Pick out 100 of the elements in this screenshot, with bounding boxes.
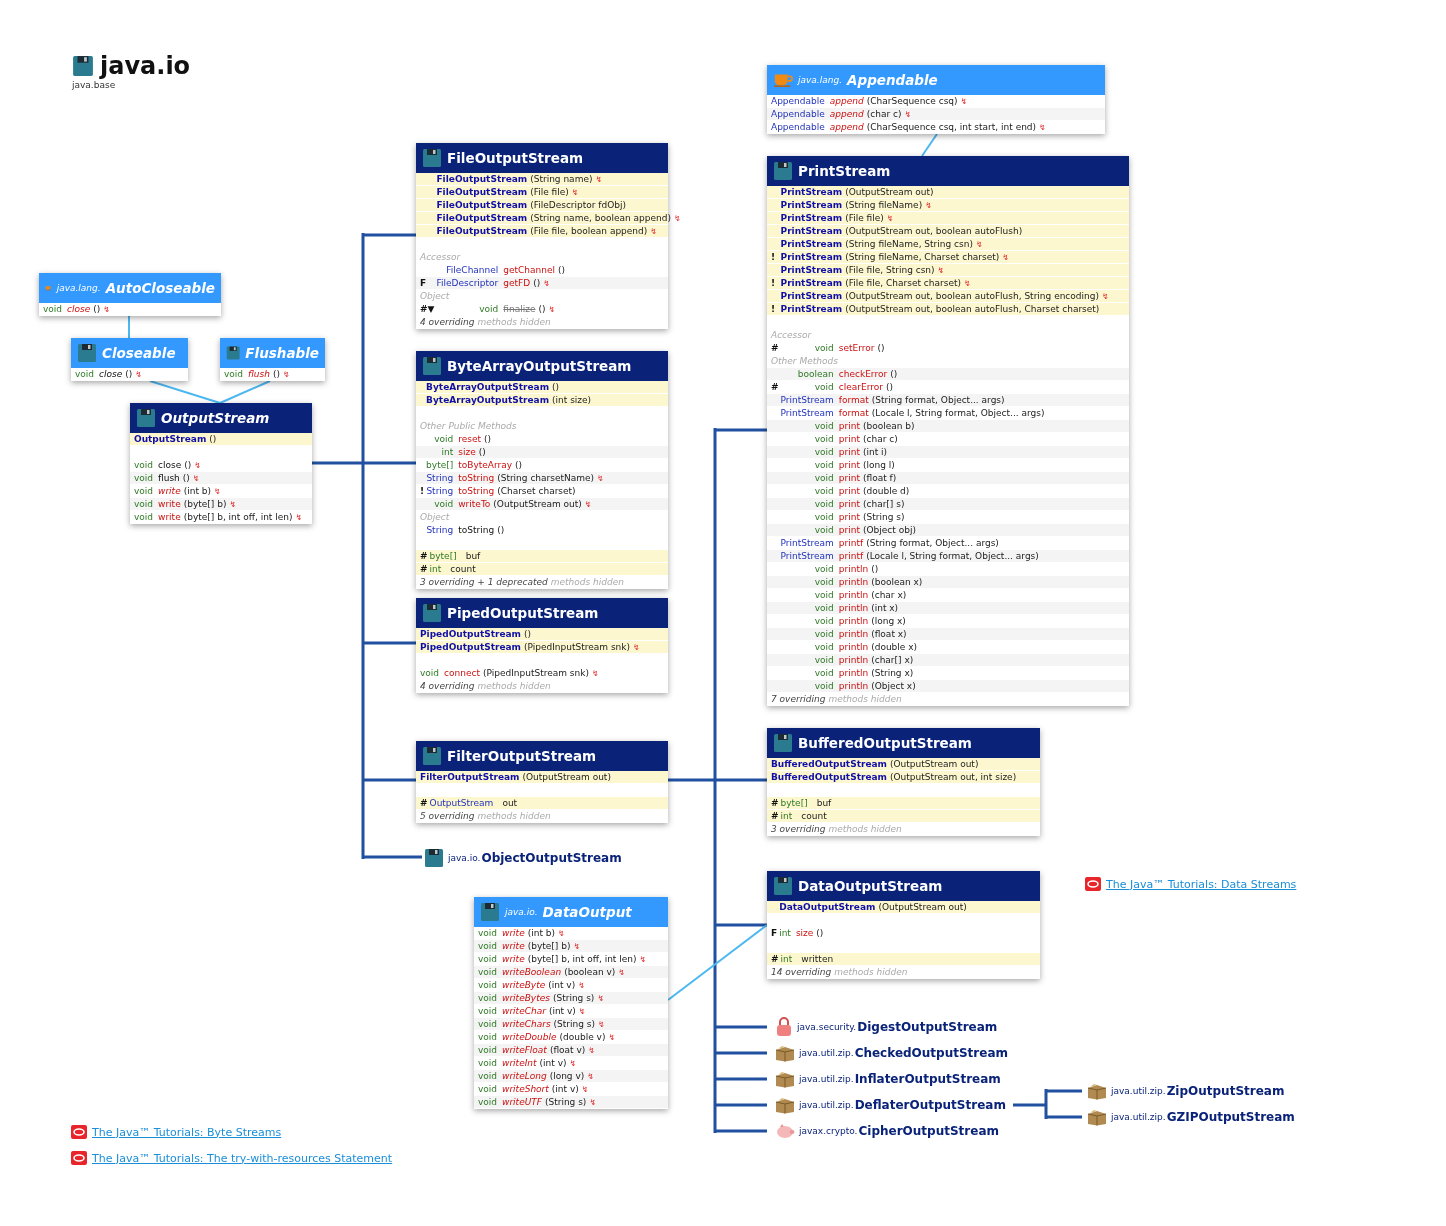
- field-name: count: [450, 564, 476, 574]
- parameter-list: (int v): [551, 1084, 579, 1094]
- throws-mark: ↯: [925, 201, 932, 210]
- class-name[interactable]: DigestOutputStream: [857, 1020, 998, 1034]
- class-name[interactable]: OutputStream: [161, 411, 270, 425]
- return-type: void: [813, 563, 835, 576]
- class-name[interactable]: PrintStream: [798, 164, 891, 178]
- method-name: printf: [838, 551, 864, 561]
- interface-line: [921, 133, 938, 157]
- modifier: #: [771, 954, 780, 964]
- hidden-count: 5 overriding: [420, 811, 475, 821]
- oval-logo-icon: [71, 1151, 87, 1165]
- parameter-list: (CharSequence csq): [866, 96, 958, 106]
- throws-mark: ↯: [578, 1007, 586, 1016]
- modifier: #: [771, 798, 780, 808]
- parameter-list: (File file): [530, 187, 569, 197]
- parameter-list: (String name): [530, 174, 593, 184]
- class-name[interactable]: CipherOutputStream: [858, 1124, 999, 1138]
- modifier: #: [420, 564, 429, 574]
- parameter-list: (): [272, 369, 280, 379]
- class-name[interactable]: BufferedOutputStream: [798, 736, 972, 750]
- class-name[interactable]: DeflaterOutputStream: [854, 1098, 1006, 1112]
- return-type: void: [433, 433, 455, 446]
- return-type: void: [134, 498, 155, 511]
- return-type: void: [813, 615, 835, 628]
- parameter-list: (String fileName, String csn): [845, 239, 973, 249]
- field-type: byte[]: [780, 798, 809, 808]
- constructor-name: PrintStream: [780, 252, 843, 262]
- return-type: void: [478, 927, 499, 940]
- class-name[interactable]: InflaterOutputStream: [854, 1072, 1001, 1086]
- throws-mark: ↯: [584, 500, 592, 509]
- field-name: buf: [465, 551, 481, 561]
- tutorial-link[interactable]: The Java™ Tutorials: The try-with-resources Statement: [92, 1151, 393, 1165]
- parameter-list: (OutputStream out, int size): [889, 772, 1017, 782]
- method-name: write: [502, 941, 525, 951]
- class-name[interactable]: FileOutputStream: [447, 151, 584, 165]
- tutorial-link[interactable]: The Java™ Tutorials: Data Streams: [1106, 877, 1297, 891]
- parameter-list: (byte[] b): [183, 499, 227, 509]
- return-type: void: [478, 992, 499, 1005]
- parameter-list: (long x): [871, 616, 906, 626]
- throws-mark: ↯: [639, 955, 647, 964]
- return-type: Appendable: [771, 108, 826, 121]
- method-name: print: [838, 473, 860, 483]
- return-type: void: [478, 1005, 499, 1018]
- parameter-list: (double v): [559, 1032, 606, 1042]
- field-name: out: [502, 798, 518, 808]
- parameter-list: (char x): [871, 590, 907, 600]
- cardboard-box-icon: [1087, 1108, 1107, 1126]
- package-name: java.lang.: [56, 281, 101, 295]
- piggy-bank-icon: [775, 1123, 795, 1139]
- package-name: java.io.: [448, 853, 481, 863]
- method-name: close: [67, 304, 91, 314]
- method-name: print: [838, 447, 860, 457]
- parameter-list: (): [182, 473, 190, 483]
- tutorial-link[interactable]: The Java™ Tutorials: Byte Streams: [92, 1125, 282, 1139]
- class-name[interactable]: PipedOutputStream: [447, 606, 599, 620]
- parameter-list: (): [885, 382, 893, 392]
- class-name[interactable]: ZipOutputStream: [1166, 1084, 1285, 1098]
- parameter-list: (OutputStream out, boolean autoFlush, String encoding): [845, 291, 1099, 301]
- parameter-list: (): [877, 343, 885, 353]
- class-name[interactable]: DataOutputStream: [798, 879, 943, 893]
- constructor-name: PrintStream: [780, 200, 843, 210]
- return-type: void: [813, 576, 835, 589]
- parameter-list: (char[] x): [871, 655, 914, 665]
- return-type: void: [813, 498, 835, 511]
- throws-mark: ↯: [618, 968, 626, 977]
- parameter-list: (): [125, 369, 133, 379]
- return-type: void: [478, 1044, 499, 1057]
- parameter-list: (boolean x): [871, 577, 923, 587]
- class-name[interactable]: ByteArrayOutputStream: [447, 359, 632, 373]
- hidden-count: 7 overriding: [771, 694, 826, 704]
- throws-mark: ↯: [578, 981, 585, 990]
- parameter-list: (Object obj): [863, 525, 916, 535]
- return-type: PrintStream: [780, 394, 835, 407]
- method-name: close: [99, 369, 123, 379]
- hidden-count: 3 overriding + 1 deprecated: [420, 577, 548, 587]
- method-name: format: [838, 408, 869, 418]
- return-type: FileChannel: [445, 264, 500, 277]
- parameter-list: (int i): [863, 447, 888, 457]
- return-type: String: [426, 485, 455, 498]
- class-name[interactable]: GZIPOutputStream: [1166, 1110, 1295, 1124]
- section-label: Other Public Methods: [420, 420, 518, 433]
- parameter-list: (boolean v): [564, 967, 616, 977]
- class-name[interactable]: FilterOutputStream: [447, 749, 597, 763]
- return-type: PrintStream: [780, 550, 835, 563]
- parameter-list: (Locale l, String format, Object... args): [871, 408, 1045, 418]
- hidden-label: methods hidden: [477, 681, 551, 691]
- parameter-list: (int b): [183, 486, 212, 496]
- interface-line: [219, 380, 271, 404]
- parameter-list: (float v): [549, 1045, 586, 1055]
- constructor-name: PrintStream: [780, 291, 843, 301]
- class-name[interactable]: ObjectOutputStream: [481, 851, 622, 865]
- parameter-list: (OutputStream out): [878, 902, 967, 912]
- package-name: java.security.: [797, 1022, 857, 1032]
- return-type: void: [813, 654, 835, 667]
- class-name[interactable]: CheckedOutputStream: [854, 1046, 1008, 1060]
- field-type: int: [429, 564, 443, 574]
- return-type: byte[]: [426, 459, 455, 472]
- modifier: F: [771, 927, 779, 940]
- throws-mark: ↯: [587, 1072, 594, 1081]
